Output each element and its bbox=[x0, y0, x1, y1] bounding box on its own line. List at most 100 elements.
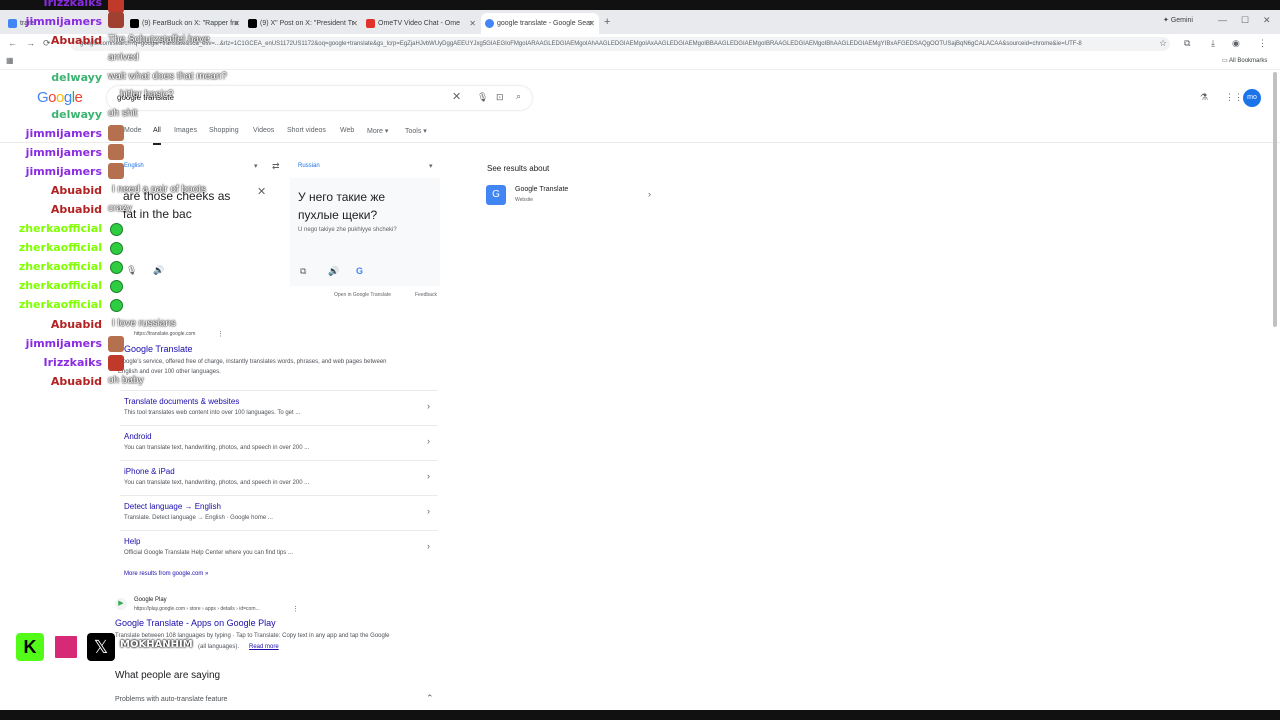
sitelink[interactable]: Android You can translate text, handwrit… bbox=[120, 425, 438, 460]
labs-icon[interactable]: ⚗ bbox=[1200, 93, 1208, 102]
gemini-button[interactable]: ✦ Gemini bbox=[1163, 16, 1193, 24]
profile-icon[interactable]: ◉ bbox=[1232, 39, 1240, 48]
menu-icon[interactable]: ⋮ bbox=[1258, 39, 1267, 48]
speaker-icon[interactable]: 🔊 bbox=[153, 266, 164, 275]
tab-videos[interactable]: Videos bbox=[253, 127, 274, 134]
knowledge-title[interactable]: Google Translate bbox=[515, 186, 568, 193]
result2-title[interactable]: Google Translate - Apps on Google Play bbox=[115, 618, 276, 628]
result-title[interactable]: Google Translate bbox=[124, 344, 193, 354]
target-language-select[interactable]: Russian bbox=[298, 163, 320, 169]
tab-short-videos[interactable]: Short videos bbox=[287, 127, 326, 134]
source-language-select[interactable]: English bbox=[124, 163, 144, 169]
close-tab-icon[interactable]: ✕ bbox=[351, 13, 358, 34]
google-g-icon[interactable]: G bbox=[356, 267, 363, 276]
chat-avatar-icon bbox=[108, 12, 124, 28]
tab-more[interactable]: More ▾ bbox=[367, 127, 388, 135]
chat-message: The Schutzstaffel have bbox=[108, 34, 210, 45]
tab-google-search[interactable]: google translate - Google Sear ✕ bbox=[481, 13, 599, 34]
tab-x-post[interactable]: (9) X" Post on X: "President Tr ✕ bbox=[244, 13, 362, 34]
feedback-link[interactable]: Feedback bbox=[415, 292, 437, 298]
tab-mode[interactable]: Mode bbox=[124, 127, 142, 134]
chat-emote-icon bbox=[110, 242, 123, 255]
result-snippet: Google's service, offered free of charge… bbox=[118, 359, 387, 365]
chat-message: I love russians bbox=[112, 318, 176, 329]
sitelink[interactable]: Help Official Google Translate Help Cent… bbox=[120, 530, 438, 565]
more-results-link[interactable]: More results from google.com » bbox=[124, 571, 208, 577]
knowledge-heading: See results about bbox=[487, 164, 550, 173]
people-item[interactable]: Problems with auto-translate feature bbox=[115, 696, 227, 703]
chat-avatar-icon bbox=[108, 163, 124, 179]
read-more-link[interactable]: Read more bbox=[249, 644, 279, 650]
sitelink[interactable]: Detect language → English Translate. Det… bbox=[120, 495, 438, 530]
knowledge-subtitle: Website bbox=[515, 197, 533, 203]
chevron-down-icon[interactable]: ▾ bbox=[429, 163, 433, 170]
google-play-icon: ▶ bbox=[115, 598, 127, 610]
new-tab-button[interactable]: + bbox=[604, 17, 610, 28]
all-bookmarks-button[interactable]: ▭ All Bookmarks bbox=[1222, 57, 1267, 64]
bookmarks-bar: ▦ ▭ All Bookmarks bbox=[0, 54, 1280, 70]
apps-icon[interactable]: ▦ bbox=[6, 57, 14, 65]
maximize-icon[interactable]: ☐ bbox=[1241, 16, 1249, 25]
microphone-icon[interactable]: 🎙 bbox=[477, 93, 488, 102]
close-tab-icon[interactable]: ✕ bbox=[233, 13, 240, 34]
minimize-icon[interactable]: — bbox=[1218, 16, 1227, 25]
download-icon[interactable]: ⤓ bbox=[1211, 39, 1215, 48]
sitelink[interactable]: Translate documents & websites This tool… bbox=[120, 390, 438, 425]
swap-languages-icon[interactable]: ⇄ bbox=[272, 162, 280, 171]
google-logo[interactable]: Google bbox=[37, 89, 83, 106]
bookmark-star-icon[interactable]: ☆ bbox=[1159, 39, 1167, 48]
stream-bottom-bar bbox=[0, 710, 1280, 720]
reload-icon[interactable]: ⟳ bbox=[43, 39, 51, 48]
x-favicon-icon bbox=[248, 19, 257, 28]
lens-icon[interactable]: ⊡ bbox=[496, 93, 504, 102]
result2-site: Google Play bbox=[134, 597, 167, 603]
kick-logo-icon: K bbox=[16, 633, 44, 661]
result-menu-icon[interactable]: ⋮ bbox=[217, 330, 224, 338]
instagram-logo-icon bbox=[52, 633, 80, 661]
forward-icon[interactable]: → bbox=[26, 39, 35, 48]
chevron-right-icon[interactable]: › bbox=[648, 190, 651, 199]
people-heading: What people are saying bbox=[115, 670, 221, 681]
clear-text-icon[interactable]: ✕ bbox=[257, 187, 266, 198]
microphone-icon[interactable]: 🎙 bbox=[126, 266, 137, 275]
sitelink[interactable]: iPhone & iPad You can translate text, ha… bbox=[120, 460, 438, 495]
transliteration: U nego takiye zhe pukhlyye shcheki? bbox=[298, 227, 397, 233]
clear-icon[interactable]: ✕ bbox=[452, 92, 461, 103]
url-bar[interactable]: google.com/search?q=google+translate&sca… bbox=[70, 37, 1170, 51]
tab-ometv[interactable]: OmeTV Video Chat - Ome ✕ bbox=[362, 13, 480, 34]
knowledge-panel: See results about G Google Translate Web… bbox=[478, 158, 664, 210]
tab-shopping[interactable]: Shopping bbox=[209, 127, 239, 134]
result2-url: https://play.google.com › store › apps ›… bbox=[134, 606, 260, 612]
target-text-area: У него такие же пухлые щеки? U nego taki… bbox=[290, 178, 440, 286]
search-icon[interactable]: ⌕ bbox=[516, 92, 521, 101]
avatar[interactable]: mo bbox=[1243, 89, 1261, 107]
tab-web[interactable]: Web bbox=[340, 127, 354, 134]
extensions-icon[interactable]: ⧉ bbox=[1184, 39, 1190, 48]
close-window-icon[interactable]: ✕ bbox=[1263, 16, 1271, 25]
chat-avatar-icon bbox=[108, 144, 124, 160]
open-in-translate-link[interactable]: Open in Google Translate bbox=[334, 292, 391, 298]
apps-grid-icon[interactable]: ⋮⋮ bbox=[1225, 93, 1243, 102]
result-menu-icon[interactable]: ⋮ bbox=[292, 605, 299, 613]
chevron-right-icon: › bbox=[427, 471, 430, 481]
chevron-down-icon[interactable]: ▾ bbox=[254, 163, 258, 170]
chat-emote-icon bbox=[110, 299, 123, 312]
browser-tab-strip: trans (9) FearBuck on X: "Rapper fro ✕ (… bbox=[0, 10, 1280, 34]
chevron-right-icon: › bbox=[427, 506, 430, 516]
google-translate-logo-icon: G bbox=[486, 185, 506, 205]
result2-snippet-end: (all languages). bbox=[198, 644, 240, 650]
chevron-right-icon: › bbox=[427, 436, 430, 446]
chat-avatar-icon bbox=[108, 355, 124, 371]
tab-images[interactable]: Images bbox=[174, 127, 197, 134]
speaker-icon[interactable]: 🔊 bbox=[328, 267, 339, 276]
copy-icon[interactable]: ⧉ bbox=[300, 267, 306, 276]
scrollbar[interactable] bbox=[1273, 72, 1277, 327]
close-tab-icon[interactable]: ✕ bbox=[469, 13, 476, 34]
tab-fearbuck[interactable]: (9) FearBuck on X: "Rapper fro ✕ bbox=[126, 13, 244, 34]
close-tab-icon[interactable]: ✕ bbox=[588, 13, 595, 34]
chevron-up-icon[interactable]: ⌃ bbox=[426, 694, 434, 703]
back-icon[interactable]: ← bbox=[8, 39, 17, 48]
tab-tools[interactable]: Tools ▾ bbox=[405, 127, 427, 135]
google-favicon-icon bbox=[8, 19, 17, 28]
x-logo-icon: 𝕏 bbox=[87, 633, 115, 661]
